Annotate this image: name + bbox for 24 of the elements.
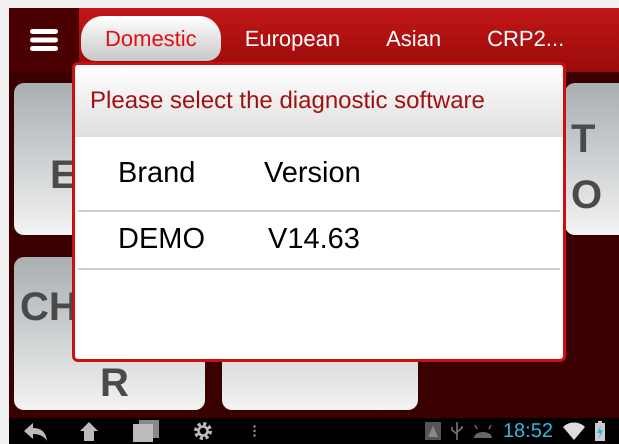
tile-label: O — [571, 175, 602, 215]
tile[interactable]: T O — [565, 83, 619, 235]
back-icon[interactable] — [23, 421, 49, 441]
version-cell-text: V14.63 — [268, 222, 360, 258]
clock-time: 18:52 — [502, 421, 553, 441]
overflow-menu-icon[interactable] — [253, 425, 256, 437]
category-tab[interactable]: Domestic — [81, 16, 221, 61]
software-row[interactable]: DEMO V14.63 — [78, 212, 560, 270]
settings-icon[interactable] — [193, 421, 213, 441]
category-tab[interactable]: CRP2... — [465, 16, 586, 61]
brand-cell-text: DEMO — [118, 222, 206, 258]
category-tab[interactable]: European — [222, 16, 362, 61]
wifi-icon — [563, 422, 585, 440]
image-notification-icon — [424, 422, 441, 440]
tile-label: R — [100, 363, 129, 403]
tile-label: T — [571, 119, 596, 159]
menu-icon[interactable] — [30, 28, 58, 52]
column-header: Version — [264, 156, 361, 191]
dialog-title: Please select the diagnostic software — [90, 86, 485, 116]
column-header: Brand — [118, 156, 196, 191]
recent-apps-icon[interactable] — [133, 420, 159, 442]
battery-icon — [595, 421, 605, 441]
usb-icon — [450, 422, 463, 440]
category-tab[interactable]: Asian — [364, 16, 464, 61]
